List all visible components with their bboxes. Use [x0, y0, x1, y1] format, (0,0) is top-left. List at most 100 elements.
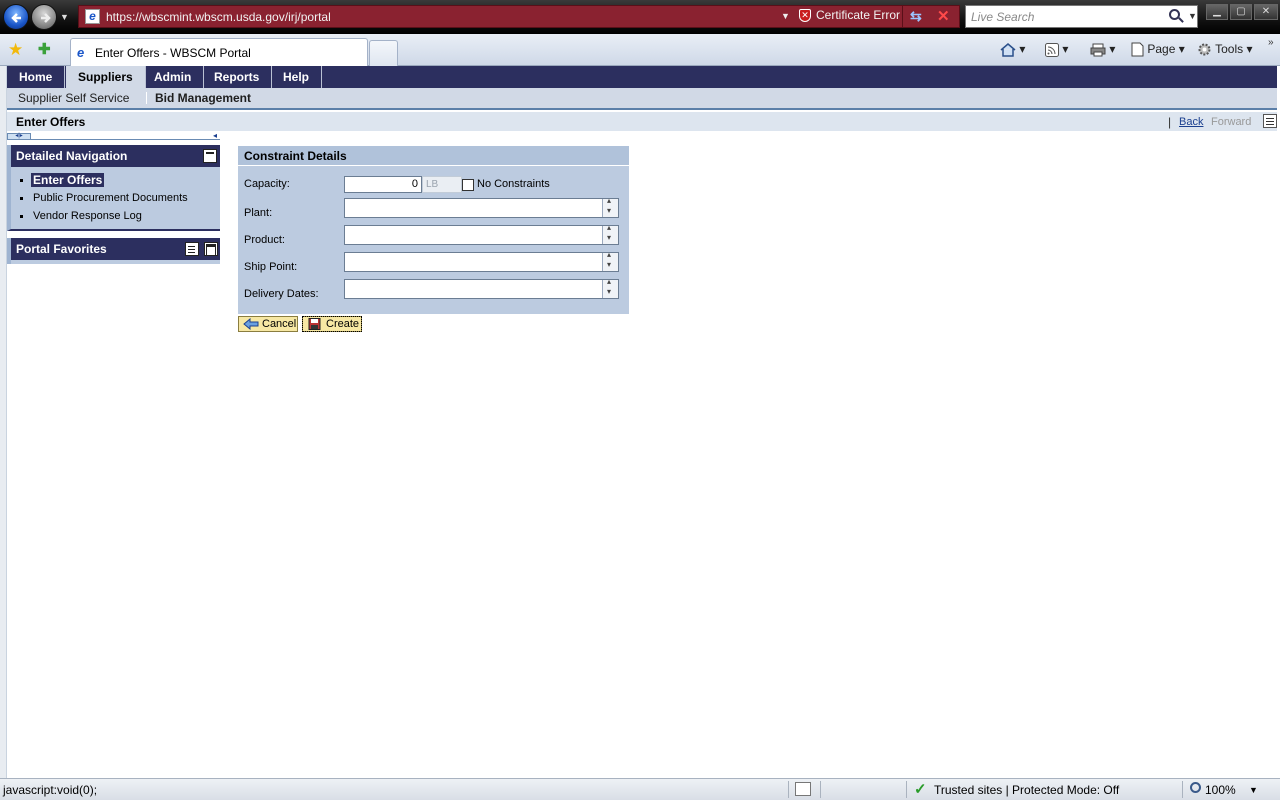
- delivery-dates-label: Delivery Dates:: [244, 288, 319, 300]
- topnav-home[interactable]: Home: [7, 66, 66, 88]
- cancel-label: Cancel: [262, 318, 297, 330]
- status-text: javascript:void(0);: [3, 783, 98, 797]
- minimize-button[interactable]: ▁: [1206, 4, 1228, 20]
- nav-collapse-arrows-icon[interactable]: ◂|▸: [7, 133, 31, 140]
- history-dropdown-icon[interactable]: ▼: [60, 12, 69, 22]
- zoom-level[interactable]: 100%: [1205, 783, 1236, 797]
- delivery-dates-field[interactable]: [344, 277, 619, 299]
- page-menu-label: Page: [1147, 42, 1176, 56]
- constraint-details-form: Constraint Details Capacity: 0 LB No Con…: [238, 146, 629, 314]
- print-button[interactable]: ▾: [1090, 42, 1115, 57]
- ship-point-label: Ship Point:: [244, 261, 298, 273]
- nav-item-label: Enter Offers: [31, 173, 105, 187]
- panel-minimize-icon[interactable]: [203, 149, 217, 163]
- portal-left-edge: [0, 66, 7, 778]
- panel-menu-icon[interactable]: [185, 242, 199, 256]
- url-text[interactable]: https://wbscmint.wbscm.usda.gov/irj/port…: [106, 10, 331, 24]
- search-icon[interactable]: [1169, 9, 1180, 20]
- topnav-admin[interactable]: Admin: [142, 66, 205, 88]
- portal-favorites-header: Portal Favorites: [7, 238, 220, 260]
- detailed-navigation-title: Detailed Navigation: [16, 149, 128, 163]
- cancel-button[interactable]: Cancel: [238, 316, 298, 332]
- back-button[interactable]: [3, 4, 29, 30]
- tools-menu-label: Tools: [1215, 42, 1244, 56]
- nav-item-public-procurement-documents[interactable]: Public Procurement Documents: [11, 189, 220, 207]
- arrow-left-icon: [11, 13, 21, 23]
- browser-tabbar: ★ ✚ e Enter Offers - WBSCM Portal ▾ ▾ ▾ …: [0, 34, 1280, 66]
- zoom-icon[interactable]: [1190, 782, 1201, 793]
- tools-menu-button[interactable]: Tools ▾: [1197, 42, 1253, 57]
- detailed-navigation-panel: Detailed Navigation Enter Offers Public …: [7, 145, 220, 231]
- certificate-error-button[interactable]: ✕ Certificate Error: [799, 8, 900, 25]
- subnav-supplier-self-service[interactable]: Supplier Self Service: [18, 91, 129, 105]
- tab-title: Enter Offers - WBSCM Portal: [95, 46, 251, 60]
- subnav-bid-management[interactable]: Bid Management: [155, 91, 251, 105]
- nav-collapse-strip: ◂|▸ ◂: [7, 132, 220, 140]
- address-bar[interactable]: e https://wbscmint.wbscm.usda.gov/irj/po…: [78, 5, 960, 28]
- status-divider: [906, 781, 907, 798]
- ie-tab-icon: e: [77, 45, 85, 60]
- address-dropdown-icon[interactable]: ▼: [781, 11, 790, 21]
- panel-restore-icon[interactable]: [204, 242, 218, 256]
- history-back-link[interactable]: Back: [1179, 116, 1203, 128]
- new-tab-button[interactable]: [369, 40, 398, 66]
- ship-point-spinner[interactable]: [602, 250, 618, 271]
- create-button[interactable]: Create: [302, 316, 362, 332]
- capacity-input[interactable]: 0: [344, 176, 422, 193]
- nav-item-enter-offers[interactable]: Enter Offers: [11, 171, 220, 189]
- capacity-unit-field: LB: [422, 176, 462, 193]
- create-label: Create: [326, 318, 360, 330]
- zoom-dropdown-icon[interactable]: ▼: [1249, 785, 1258, 795]
- stop-icon[interactable]: ✕: [937, 7, 950, 25]
- page-title: Enter Offers: [16, 115, 86, 129]
- page-menu-button[interactable]: Page ▾: [1131, 42, 1185, 57]
- shield-icon: ✕: [799, 9, 811, 23]
- back-arrow-icon: [243, 318, 259, 330]
- nav-collapse-left-icon[interactable]: ◂: [213, 132, 217, 140]
- arrow-right-icon: [41, 13, 51, 23]
- product-spinner[interactable]: [602, 223, 618, 244]
- favorites-star-icon[interactable]: ★: [8, 41, 23, 58]
- browser-tab[interactable]: e Enter Offers - WBSCM Portal: [70, 38, 368, 66]
- security-zone-text[interactable]: Trusted sites | Protected Mode: Off: [934, 783, 1119, 797]
- forward-button[interactable]: [31, 4, 57, 30]
- nav-item-vendor-response-log[interactable]: Vendor Response Log: [11, 207, 220, 225]
- portal-favorites-footer: [7, 260, 220, 264]
- plant-spinner[interactable]: [602, 196, 618, 217]
- home-icon: [1000, 42, 1016, 57]
- home-button[interactable]: ▾: [1000, 42, 1025, 57]
- topnav-help[interactable]: Help: [271, 66, 323, 88]
- browser-statusbar: javascript:void(0); ✓ Trusted sites | Pr…: [0, 778, 1280, 800]
- add-favorite-icon[interactable]: ✚: [38, 42, 51, 58]
- rss-feed-icon: [1045, 42, 1059, 57]
- feeds-button[interactable]: ▾: [1045, 42, 1068, 57]
- topnav-suppliers[interactable]: Suppliers: [66, 66, 146, 88]
- gear-icon: [1198, 43, 1211, 56]
- no-constraints-checkbox[interactable]: [462, 179, 474, 191]
- page-options-menu-icon[interactable]: [1263, 114, 1277, 128]
- printer-icon: [1090, 43, 1106, 57]
- toolbar-overflow-icon[interactable]: »: [1268, 37, 1274, 48]
- refresh-icon[interactable]: ⇆: [910, 8, 922, 25]
- capacity-label: Capacity:: [244, 178, 290, 190]
- product-field[interactable]: [344, 223, 619, 245]
- plant-field[interactable]: [344, 196, 619, 218]
- search-placeholder: Live Search: [971, 10, 1035, 24]
- close-window-button[interactable]: ✕: [1254, 4, 1278, 20]
- subnav-divider: [146, 92, 147, 104]
- detailed-navigation-list: Enter Offers Public Procurement Document…: [7, 167, 220, 231]
- search-dropdown-icon[interactable]: ▼: [1188, 11, 1197, 21]
- portal-favorites-panel: Portal Favorites: [7, 238, 220, 264]
- topnav-reports[interactable]: Reports: [202, 66, 273, 88]
- status-divider: [788, 781, 789, 798]
- search-box[interactable]: Live Search ▼: [965, 5, 1198, 28]
- subnav-underline: [7, 108, 1277, 110]
- portal-top-navigation: Home Suppliers Admin Reports Help: [7, 66, 1277, 88]
- status-divider: [820, 781, 821, 798]
- plant-label: Plant:: [244, 207, 273, 219]
- page-status-icon[interactable]: [795, 782, 811, 796]
- delivery-dates-spinner[interactable]: [602, 277, 618, 298]
- page-icon: [1131, 42, 1144, 57]
- maximize-button[interactable]: ▢: [1230, 4, 1252, 20]
- ship-point-field[interactable]: [344, 250, 619, 272]
